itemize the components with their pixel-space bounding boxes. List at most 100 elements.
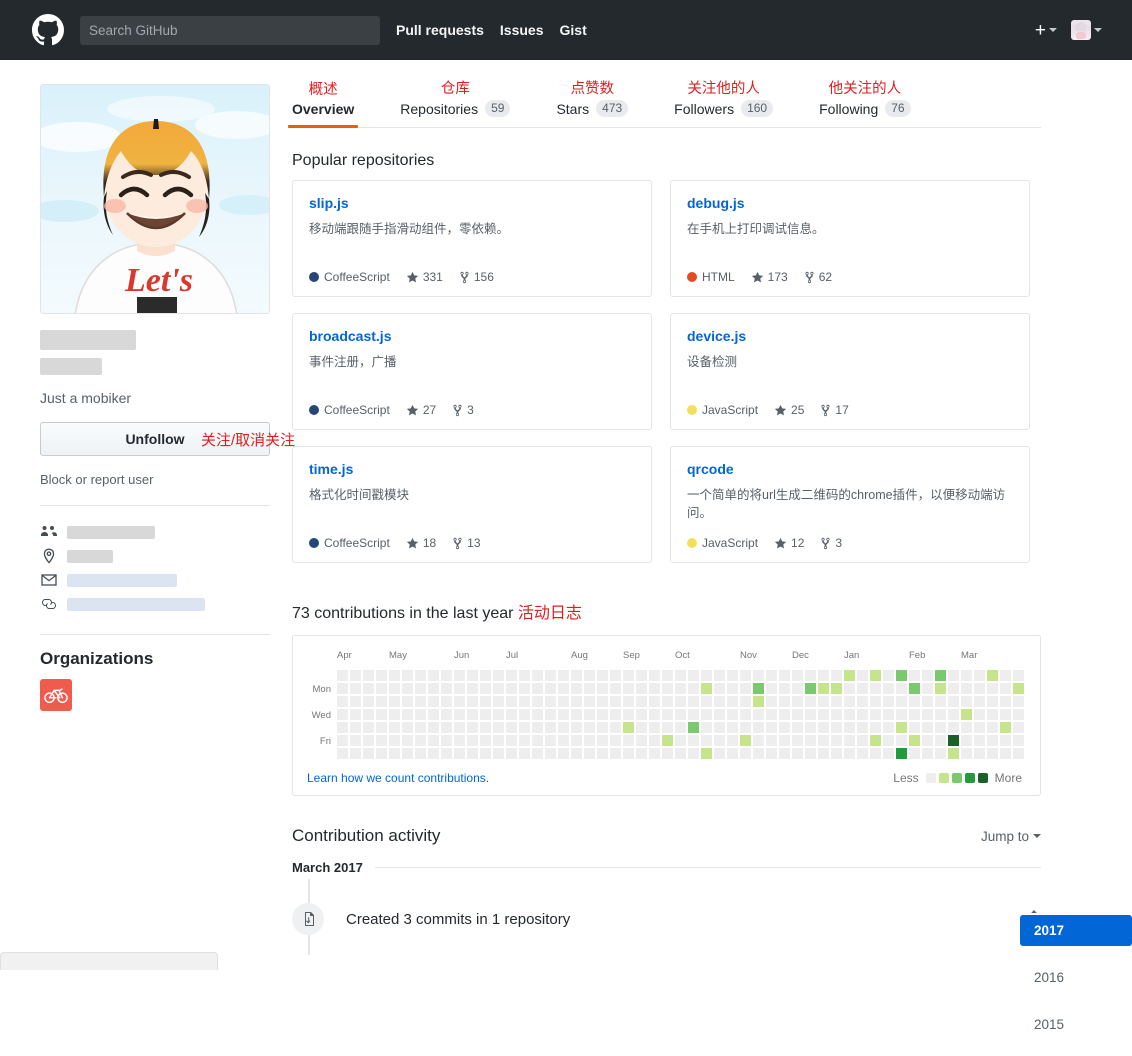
calendar-day-cell[interactable]: [675, 696, 686, 707]
calendar-day-cell[interactable]: [844, 683, 855, 694]
calendar-day-cell[interactable]: [623, 722, 634, 733]
calendar-day-cell[interactable]: [753, 683, 764, 694]
repo-forks[interactable]: 17: [820, 403, 849, 417]
calendar-day-cell[interactable]: [805, 683, 816, 694]
calendar-day-cell[interactable]: [480, 748, 491, 759]
repo-stars[interactable]: 27: [406, 403, 436, 417]
calendar-day-cell[interactable]: [805, 670, 816, 681]
calendar-day-cell[interactable]: [1000, 683, 1011, 694]
calendar-day-cell[interactable]: [376, 670, 387, 681]
calendar-day-cell[interactable]: [766, 735, 777, 746]
calendar-day-cell[interactable]: [649, 735, 660, 746]
calendar-day-cell[interactable]: [467, 696, 478, 707]
calendar-day-cell[interactable]: [532, 683, 543, 694]
calendar-day-cell[interactable]: [883, 748, 894, 759]
calendar-day-cell[interactable]: [610, 722, 621, 733]
calendar-day-cell[interactable]: [350, 696, 361, 707]
calendar-day-cell[interactable]: [597, 683, 608, 694]
calendar-day-cell[interactable]: [935, 748, 946, 759]
calendar-day-cell[interactable]: [441, 696, 452, 707]
repo-stars[interactable]: 173: [751, 270, 788, 284]
calendar-day-cell[interactable]: [454, 735, 465, 746]
calendar-day-cell[interactable]: [428, 683, 439, 694]
tab-followers[interactable]: 关注他的人 Followers 160: [674, 80, 774, 127]
calendar-day-cell[interactable]: [948, 748, 959, 759]
calendar-day-cell[interactable]: [532, 696, 543, 707]
calendar-day-cell[interactable]: [597, 670, 608, 681]
calendar-day-cell[interactable]: [935, 696, 946, 707]
calendar-day-cell[interactable]: [831, 722, 842, 733]
repo-forks[interactable]: 62: [804, 270, 832, 284]
calendar-day-cell[interactable]: [415, 683, 426, 694]
repo-name-link[interactable]: slip.js: [309, 195, 635, 211]
calendar-day-cell[interactable]: [701, 709, 712, 720]
calendar-day-cell[interactable]: [584, 722, 595, 733]
calendar-day-cell[interactable]: [584, 735, 595, 746]
calendar-day-cell[interactable]: [584, 670, 595, 681]
calendar-day-cell[interactable]: [961, 683, 972, 694]
calendar-day-cell[interactable]: [558, 709, 569, 720]
calendar-day-cell[interactable]: [454, 748, 465, 759]
calendar-day-cell[interactable]: [532, 748, 543, 759]
repo-stars[interactable]: 331: [406, 270, 443, 284]
calendar-day-cell[interactable]: [961, 722, 972, 733]
calendar-day-cell[interactable]: [987, 696, 998, 707]
calendar-day-cell[interactable]: [623, 735, 634, 746]
calendar-day-cell[interactable]: [1013, 748, 1024, 759]
calendar-day-cell[interactable]: [766, 709, 777, 720]
tab-following[interactable]: 他关注的人 Following 76: [819, 80, 911, 127]
calendar-day-cell[interactable]: [818, 722, 829, 733]
calendar-day-cell[interactable]: [636, 748, 647, 759]
calendar-day-cell[interactable]: [818, 748, 829, 759]
calendar-day-cell[interactable]: [363, 696, 374, 707]
calendar-day-cell[interactable]: [415, 748, 426, 759]
calendar-day-cell[interactable]: [922, 683, 933, 694]
calendar-day-cell[interactable]: [1000, 670, 1011, 681]
calendar-day-cell[interactable]: [844, 696, 855, 707]
repo-forks[interactable]: 13: [452, 536, 481, 550]
calendar-day-cell[interactable]: [779, 683, 790, 694]
calendar-day-cell[interactable]: [727, 748, 738, 759]
calendar-day-cell[interactable]: [909, 722, 920, 733]
calendar-day-cell[interactable]: [727, 696, 738, 707]
calendar-day-cell[interactable]: [870, 696, 881, 707]
year-2015[interactable]: 2015: [1020, 1009, 1132, 1040]
calendar-day-cell[interactable]: [857, 722, 868, 733]
calendar-day-cell[interactable]: [974, 748, 985, 759]
calendar-day-cell[interactable]: [441, 722, 452, 733]
calendar-day-cell[interactable]: [688, 748, 699, 759]
calendar-day-cell[interactable]: [844, 709, 855, 720]
repo-name-link[interactable]: time.js: [309, 461, 635, 477]
calendar-day-cell[interactable]: [1013, 670, 1024, 681]
calendar-day-cell[interactable]: [506, 683, 517, 694]
unfollow-button[interactable]: Unfollow 关注/取消关注: [40, 422, 295, 456]
calendar-day-cell[interactable]: [831, 735, 842, 746]
repo-name-link[interactable]: debug.js: [687, 195, 1013, 211]
year-2016[interactable]: 2016: [1020, 962, 1132, 993]
repo-stars[interactable]: 18: [406, 536, 436, 550]
calendar-day-cell[interactable]: [675, 735, 686, 746]
tab-repositories[interactable]: 仓库 Repositories 59: [400, 80, 511, 127]
calendar-day-cell[interactable]: [792, 670, 803, 681]
calendar-day-cell[interactable]: [1000, 748, 1011, 759]
calendar-day-cell[interactable]: [376, 709, 387, 720]
calendar-day-cell[interactable]: [610, 670, 621, 681]
repo-forks[interactable]: 3: [452, 403, 474, 417]
calendar-day-cell[interactable]: [662, 696, 673, 707]
calendar-day-cell[interactable]: [506, 748, 517, 759]
calendar-day-cell[interactable]: [558, 683, 569, 694]
calendar-day-cell[interactable]: [623, 696, 634, 707]
calendar-day-cell[interactable]: [948, 735, 959, 746]
calendar-day-cell[interactable]: [805, 709, 816, 720]
calendar-day-cell[interactable]: [428, 696, 439, 707]
calendar-day-cell[interactable]: [766, 696, 777, 707]
calendar-day-cell[interactable]: [532, 709, 543, 720]
year-2017[interactable]: 2017: [1020, 915, 1132, 946]
calendar-day-cell[interactable]: [467, 683, 478, 694]
user-menu[interactable]: [1071, 20, 1102, 40]
calendar-day-cell[interactable]: [337, 722, 348, 733]
calendar-day-cell[interactable]: [597, 722, 608, 733]
calendar-day-cell[interactable]: [415, 709, 426, 720]
calendar-day-cell[interactable]: [883, 735, 894, 746]
calendar-day-cell[interactable]: [571, 748, 582, 759]
